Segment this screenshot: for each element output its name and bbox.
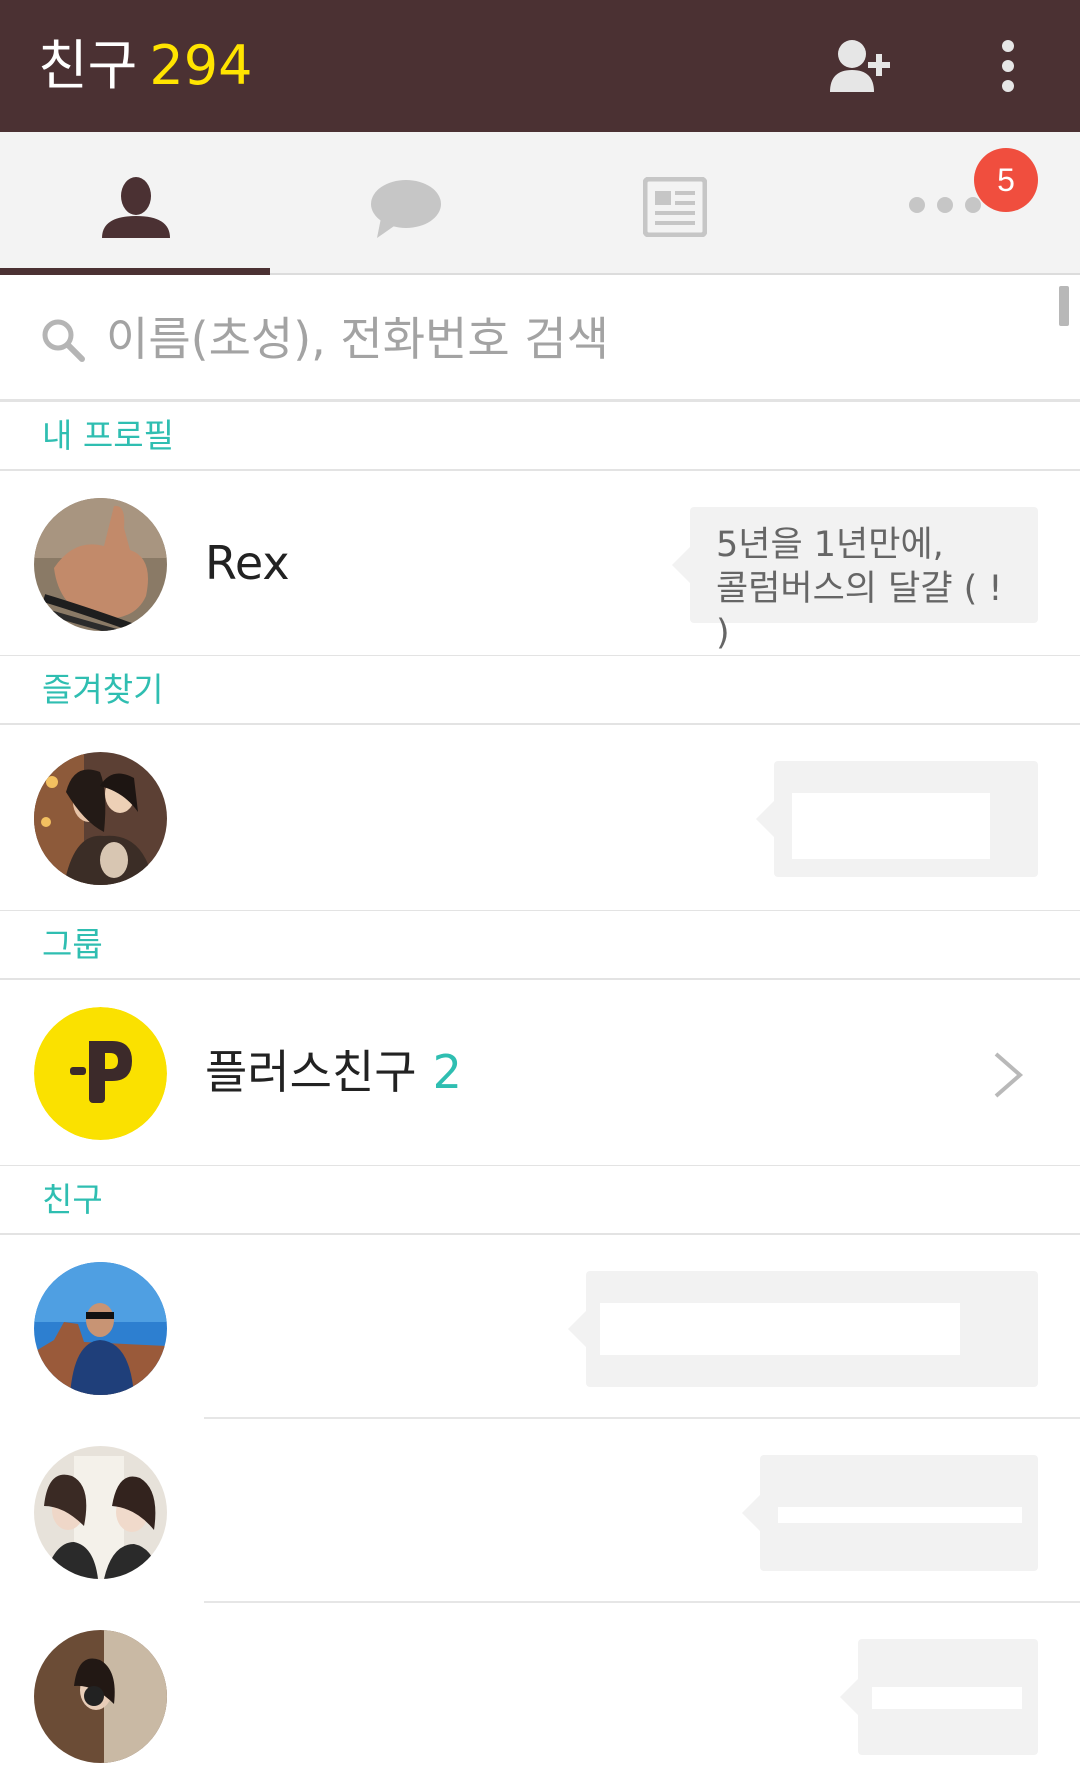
tab-chats[interactable]: [270, 132, 540, 273]
my-profile-row[interactable]: Rex 5년을 1년만에, 콜럼버스의 달걀 ( ! ): [0, 473, 1080, 655]
status-message-bubble: [840, 1639, 1038, 1755]
redacted-name: [204, 1277, 534, 1377]
status-message-bubble: [756, 761, 1038, 877]
news-icon: [643, 177, 707, 237]
friend-row[interactable]: [0, 1605, 1080, 1787]
tab-news[interactable]: [540, 132, 810, 273]
group-name: 플러스친구 2: [205, 1042, 462, 1102]
row-divider: [204, 1601, 1080, 1603]
plus-friends-count: 2: [432, 1045, 462, 1099]
section-my-profile: 내 프로필: [0, 401, 1080, 471]
section-groups: 그룹: [0, 910, 1080, 980]
friend-count: 294: [149, 34, 253, 97]
avatar: [34, 752, 167, 885]
app-bar: 친구 294: [0, 0, 1080, 132]
status-message: 5년을 1년만에, 콜럼버스의 달걀 ( ! ): [716, 525, 1003, 653]
page-title: 친구 294: [38, 30, 252, 102]
status-message-bubble: [742, 1455, 1038, 1571]
chat-bubble-icon: [371, 180, 441, 238]
redacted-text: [600, 1303, 960, 1355]
avatar: [34, 498, 167, 631]
avatar: [34, 1262, 167, 1395]
plus-friends-row[interactable]: 플러스친구 2: [0, 982, 1080, 1164]
section-label: 친구: [42, 1180, 103, 1219]
overflow-menu-button[interactable]: [982, 36, 1034, 96]
avatar: [34, 1446, 167, 1579]
status-message-bubble: [568, 1271, 1038, 1387]
favorite-friend-row[interactable]: [0, 727, 1080, 909]
search-bar: [0, 277, 1080, 401]
vertical-dots-icon: [1002, 40, 1014, 92]
section-label: 그룹: [42, 925, 103, 964]
tab-bar: [0, 132, 1080, 275]
friend-row[interactable]: [0, 1421, 1080, 1603]
redacted-text: [872, 1687, 1022, 1709]
section-friends: 친구: [0, 1165, 1080, 1235]
person-icon: [102, 177, 170, 238]
tab-friends[interactable]: [0, 132, 270, 275]
person-add-icon: [830, 40, 890, 92]
search-icon: [42, 319, 85, 362]
scrollbar[interactable]: [1059, 286, 1069, 326]
title-label: 친구: [38, 34, 138, 97]
redacted-text: [778, 1507, 1022, 1523]
profile-name: Rex: [205, 536, 290, 590]
row-divider: [204, 1417, 1080, 1419]
friend-row[interactable]: [0, 1237, 1080, 1419]
section-favorites: 즐겨찾기: [0, 655, 1080, 725]
status-message-bubble: 5년을 1년만에, 콜럼버스의 달걀 ( ! ): [672, 507, 1038, 653]
section-label: 즐겨찾기: [42, 670, 164, 709]
chevron-right-icon: [994, 1052, 1024, 1098]
redacted-text: [792, 793, 990, 859]
plus-friend-logo: [34, 1007, 167, 1140]
avatar: [34, 1630, 167, 1763]
tab-more[interactable]: [810, 132, 1080, 273]
section-label: 내 프로필: [42, 416, 174, 455]
more-dots-icon: [909, 197, 981, 213]
notification-badge: 5: [974, 148, 1038, 212]
add-friend-button[interactable]: [826, 36, 900, 96]
plus-friends-label: 플러스친구: [205, 1045, 417, 1099]
active-tab-indicator: [0, 268, 270, 275]
search-input[interactable]: [104, 301, 1004, 377]
